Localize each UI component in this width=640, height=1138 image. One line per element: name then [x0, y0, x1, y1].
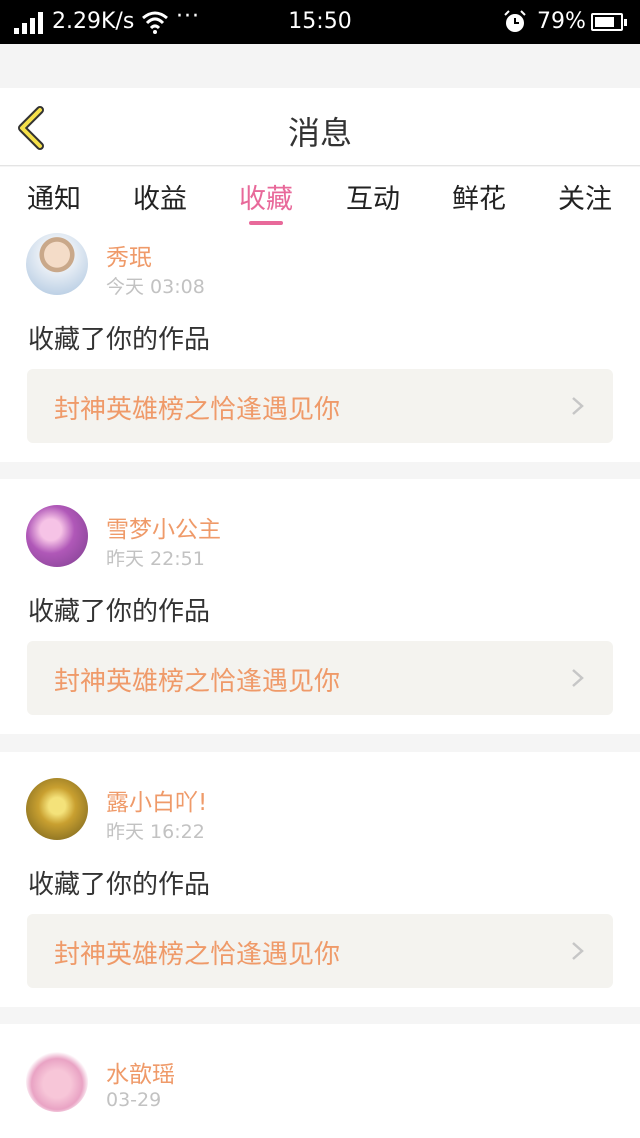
work-link[interactable]: 封神英雄榜之恰逢遇见你	[27, 369, 613, 443]
timestamp: 昨天 16:22	[106, 821, 205, 843]
message-card: 露小白吖! 昨天 16:22 收藏了你的作品 封神英雄榜之恰逢遇见你	[0, 752, 640, 1007]
timestamp: 今天 03:08	[106, 276, 205, 298]
user-name[interactable]: 秀珉	[106, 238, 152, 272]
battery-icon	[591, 13, 627, 31]
user-name[interactable]: 露小白吖!	[106, 783, 207, 817]
tab-interactions[interactable]: 互动	[320, 177, 426, 216]
tab-favorites[interactable]: 收藏	[213, 177, 319, 225]
avatar[interactable]	[26, 778, 88, 840]
timestamp: 03-29	[106, 1089, 162, 1111]
page-title: 消息	[287, 114, 352, 152]
avatar[interactable]	[26, 1050, 88, 1112]
action-text: 收藏了你的作品	[28, 325, 211, 355]
top-spacer	[0, 44, 640, 88]
timestamp: 昨天 22:51	[106, 548, 205, 570]
avatar[interactable]	[26, 505, 88, 567]
user-name[interactable]: 水歆瑶	[106, 1055, 175, 1089]
message-card: 水歆瑶 03-29	[0, 1024, 640, 1138]
message-card: 秀珉 今天 03:08 收藏了你的作品 封神英雄榜之恰逢遇见你	[0, 229, 640, 462]
work-title: 封神英雄榜之恰逢遇见你	[54, 395, 341, 425]
tab-earnings[interactable]: 收益	[107, 177, 213, 216]
chevron-right-icon	[572, 942, 584, 960]
chevron-right-icon	[572, 397, 584, 415]
tab-flowers[interactable]: 鲜花	[426, 177, 532, 216]
tab-follows[interactable]: 关注	[532, 177, 638, 216]
status-bar: 2.29K/s ··· 15:50 79%	[0, 0, 640, 44]
user-name[interactable]: 雪梦小公主	[106, 510, 221, 544]
active-tab-indicator	[249, 221, 283, 225]
action-text: 收藏了你的作品	[28, 870, 211, 900]
chevron-right-icon	[572, 669, 584, 687]
battery-percent: 79%	[537, 9, 586, 34]
work-title: 封神英雄榜之恰逢遇见你	[54, 667, 341, 697]
work-link[interactable]: 封神英雄榜之恰逢遇见你	[27, 914, 613, 988]
nav-header: 消息	[0, 88, 640, 166]
alarm-icon	[504, 10, 526, 32]
work-link[interactable]: 封神英雄榜之恰逢遇见你	[27, 641, 613, 715]
action-text: 收藏了你的作品	[28, 597, 211, 627]
message-card: 雪梦小公主 昨天 22:51 收藏了你的作品 封神英雄榜之恰逢遇见你	[0, 479, 640, 734]
avatar[interactable]	[26, 233, 88, 295]
tab-notifications[interactable]: 通知	[1, 177, 107, 216]
work-title: 封神英雄榜之恰逢遇见你	[54, 940, 341, 970]
tab-bar: 通知 收益 收藏 互动 鲜花 关注	[0, 167, 640, 229]
